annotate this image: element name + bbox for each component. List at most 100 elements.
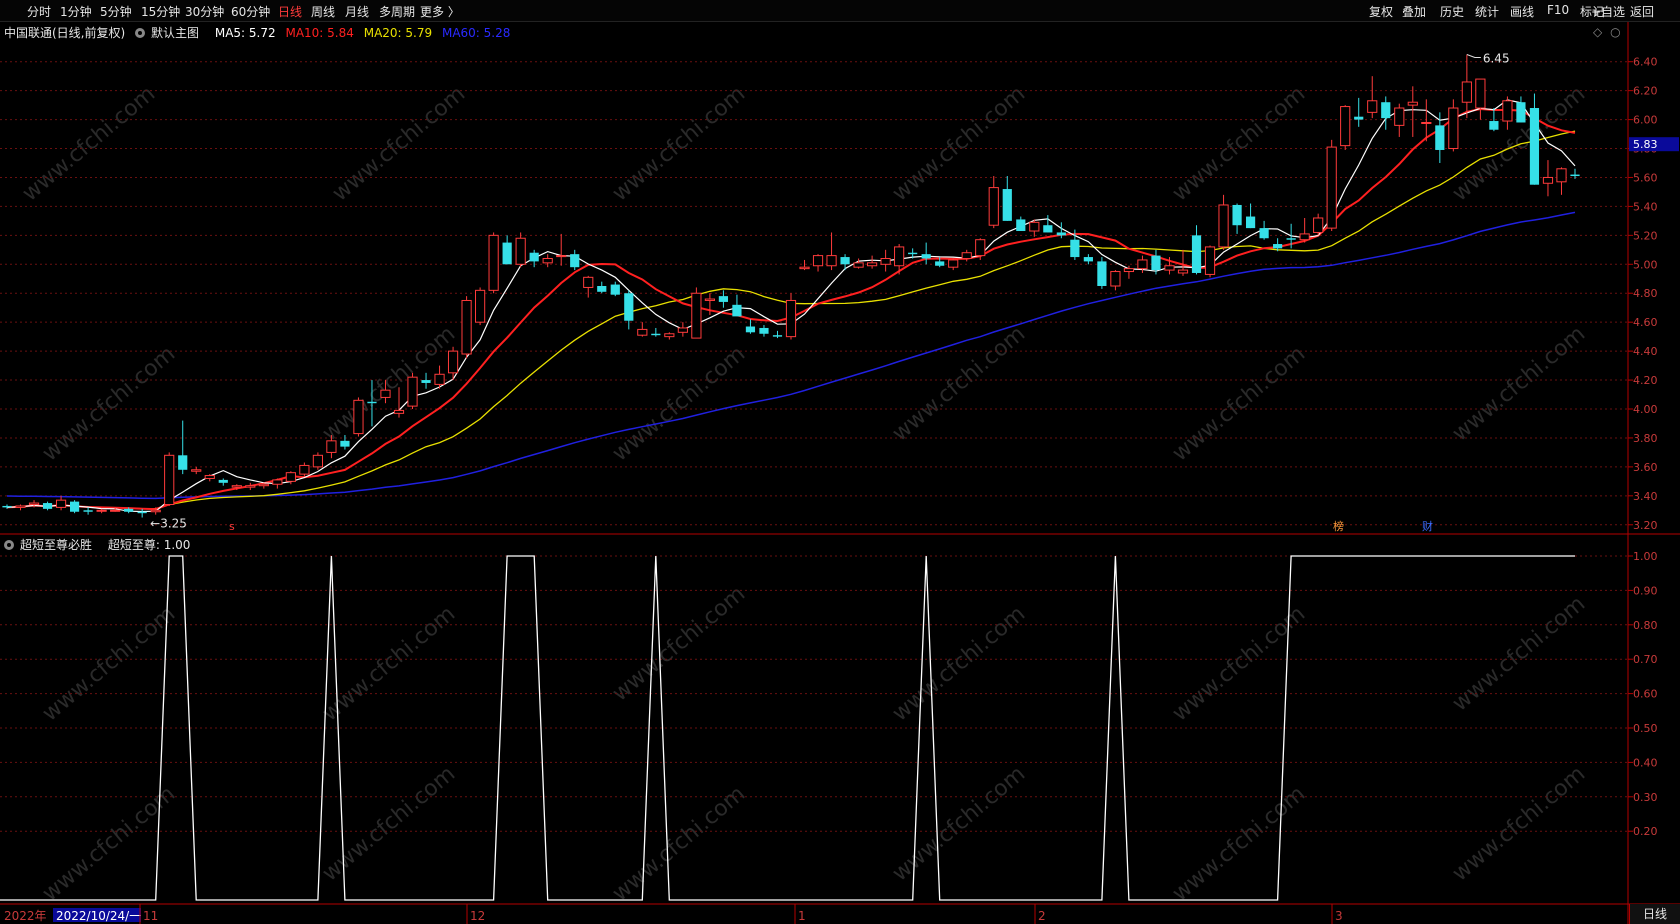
- toolbar-button-7[interactable]: 返回: [1630, 3, 1654, 20]
- candle-body-down[interactable]: [137, 511, 147, 514]
- candle-body-down[interactable]: [921, 254, 931, 259]
- candle-body-down[interactable]: [1286, 238, 1296, 240]
- candle-body-up[interactable]: [28, 502, 40, 506]
- candle-body-up[interactable]: [407, 376, 418, 407]
- candle-body-up[interactable]: [1164, 265, 1175, 271]
- candle-body-down[interactable]: [597, 286, 607, 292]
- candle-body-up[interactable]: [110, 509, 121, 512]
- candle-body-down[interactable]: [1056, 232, 1066, 236]
- period-indicator-button[interactable]: 日线: [1629, 904, 1680, 924]
- candle-body-up[interactable]: [164, 454, 175, 506]
- candle-body-up[interactable]: [312, 454, 323, 468]
- candle-body-up[interactable]: [515, 237, 526, 265]
- candle-body-down[interactable]: [83, 510, 93, 512]
- period-tab-9[interactable]: 多周期: [379, 3, 415, 20]
- candle-body-up[interactable]: [1177, 269, 1189, 274]
- candle-body-up[interactable]: [1340, 106, 1351, 147]
- toolbar-button-0[interactable]: 复权: [1369, 3, 1393, 20]
- candle-body-down[interactable]: [772, 335, 783, 337]
- period-tab-8[interactable]: 月线: [345, 3, 369, 20]
- candle-body-up[interactable]: [785, 299, 797, 338]
- candle-body-up[interactable]: [1204, 246, 1216, 275]
- candle-body-down[interactable]: [1381, 102, 1391, 119]
- candle-body-down[interactable]: [570, 254, 580, 268]
- candle-body-up[interactable]: [380, 389, 391, 398]
- candle-body-down[interactable]: [124, 508, 134, 512]
- candle-body-up[interactable]: [664, 333, 675, 338]
- candle-body-up[interactable]: [812, 255, 824, 267]
- period-tab-1[interactable]: 1分钟: [60, 3, 92, 20]
- candle-body-up[interactable]: [461, 299, 472, 355]
- candle-body-up[interactable]: [677, 327, 688, 333]
- candle-body-up[interactable]: [299, 464, 310, 475]
- period-tab-4[interactable]: 30分钟: [185, 3, 224, 20]
- candle-body-up[interactable]: [1218, 204, 1229, 248]
- candle-body-down[interactable]: [1245, 216, 1256, 229]
- candle-body-down[interactable]: [42, 503, 53, 509]
- candle-body-down[interactable]: [421, 380, 431, 383]
- candle-body-up[interactable]: [1326, 146, 1337, 229]
- candle-body-down[interactable]: [1354, 116, 1364, 120]
- candle-body-up[interactable]: [1542, 176, 1554, 184]
- candle-body-up[interactable]: [1137, 259, 1148, 270]
- candle-body-up[interactable]: [1461, 81, 1472, 103]
- candle-body-down[interactable]: [1570, 174, 1580, 177]
- candle-body-down[interactable]: [1043, 225, 1053, 233]
- candle-body-down[interactable]: [178, 455, 188, 470]
- candle-body-up[interactable]: [1110, 271, 1121, 287]
- candle-body-up[interactable]: [894, 246, 905, 267]
- candle-body-down[interactable]: [1435, 125, 1445, 150]
- candle-body-up[interactable]: [245, 485, 256, 488]
- candle-body-up[interactable]: [258, 483, 269, 487]
- candle-body-up[interactable]: [853, 262, 864, 268]
- toolbar-button-3[interactable]: 统计: [1475, 3, 1499, 20]
- candle-body-up[interactable]: [826, 255, 837, 267]
- candle-body-up[interactable]: [799, 266, 810, 270]
- candle-body-down[interactable]: [218, 479, 228, 483]
- candle-body-up[interactable]: [975, 239, 986, 257]
- candle-body-down[interactable]: [1259, 228, 1269, 239]
- candle-body-down[interactable]: [840, 257, 850, 265]
- candle-body-up[interactable]: [1421, 121, 1432, 124]
- candle-body-down[interactable]: [759, 327, 769, 334]
- candle-body-down[interactable]: [2, 505, 12, 508]
- candle-body-up[interactable]: [988, 187, 999, 226]
- candle-body-down[interactable]: [624, 293, 634, 321]
- candle-body-up[interactable]: [326, 440, 337, 453]
- period-tab-3[interactable]: 15分钟: [141, 3, 180, 20]
- candle-body-up[interactable]: [231, 485, 242, 488]
- candle-body-down[interactable]: [718, 296, 729, 302]
- candle-body-down[interactable]: [1273, 244, 1283, 249]
- candle-body-down[interactable]: [1232, 204, 1242, 226]
- event-marker-0[interactable]: s: [229, 520, 235, 533]
- candle-body-up[interactable]: [1475, 78, 1486, 109]
- candle-body-down[interactable]: [1151, 255, 1161, 271]
- candle-body-up[interactable]: [285, 472, 296, 482]
- candle-body-up[interactable]: [353, 399, 364, 435]
- candle-body-up[interactable]: [150, 509, 161, 513]
- candle-body-up[interactable]: [880, 258, 891, 265]
- candle-body-up[interactable]: [1123, 268, 1135, 273]
- candle-body-up[interactable]: [1299, 233, 1310, 241]
- candle-body-down[interactable]: [745, 326, 756, 333]
- candle-body-up[interactable]: [1394, 107, 1405, 126]
- candle-body-down[interactable]: [732, 304, 742, 317]
- period-tab-6[interactable]: 日线: [278, 3, 302, 20]
- candle-body-up[interactable]: [393, 409, 405, 414]
- candle-body-up[interactable]: [691, 292, 702, 339]
- period-tab-10[interactable]: 更多 〉: [420, 3, 460, 20]
- candle-body-down[interactable]: [69, 501, 80, 512]
- candle-body-down[interactable]: [1097, 261, 1107, 286]
- candle-body-down[interactable]: [908, 252, 918, 255]
- period-tab-0[interactable]: 分时: [27, 3, 51, 20]
- candle-body-up[interactable]: [1502, 100, 1513, 122]
- candle-body-up[interactable]: [191, 469, 202, 472]
- candle-body-down[interactable]: [651, 333, 661, 336]
- kline-chart[interactable]: www.cfchi.com www.cfchi.com www.cfchi.com w…: [0, 22, 1680, 924]
- toolbar-button-5[interactable]: F10: [1547, 3, 1569, 17]
- candle-body-up[interactable]: [96, 509, 107, 512]
- candle-body-down[interactable]: [1516, 102, 1526, 123]
- candle-body-up[interactable]: [704, 298, 715, 301]
- candle-body-up[interactable]: [204, 475, 215, 479]
- candle-body-down[interactable]: [1083, 257, 1093, 262]
